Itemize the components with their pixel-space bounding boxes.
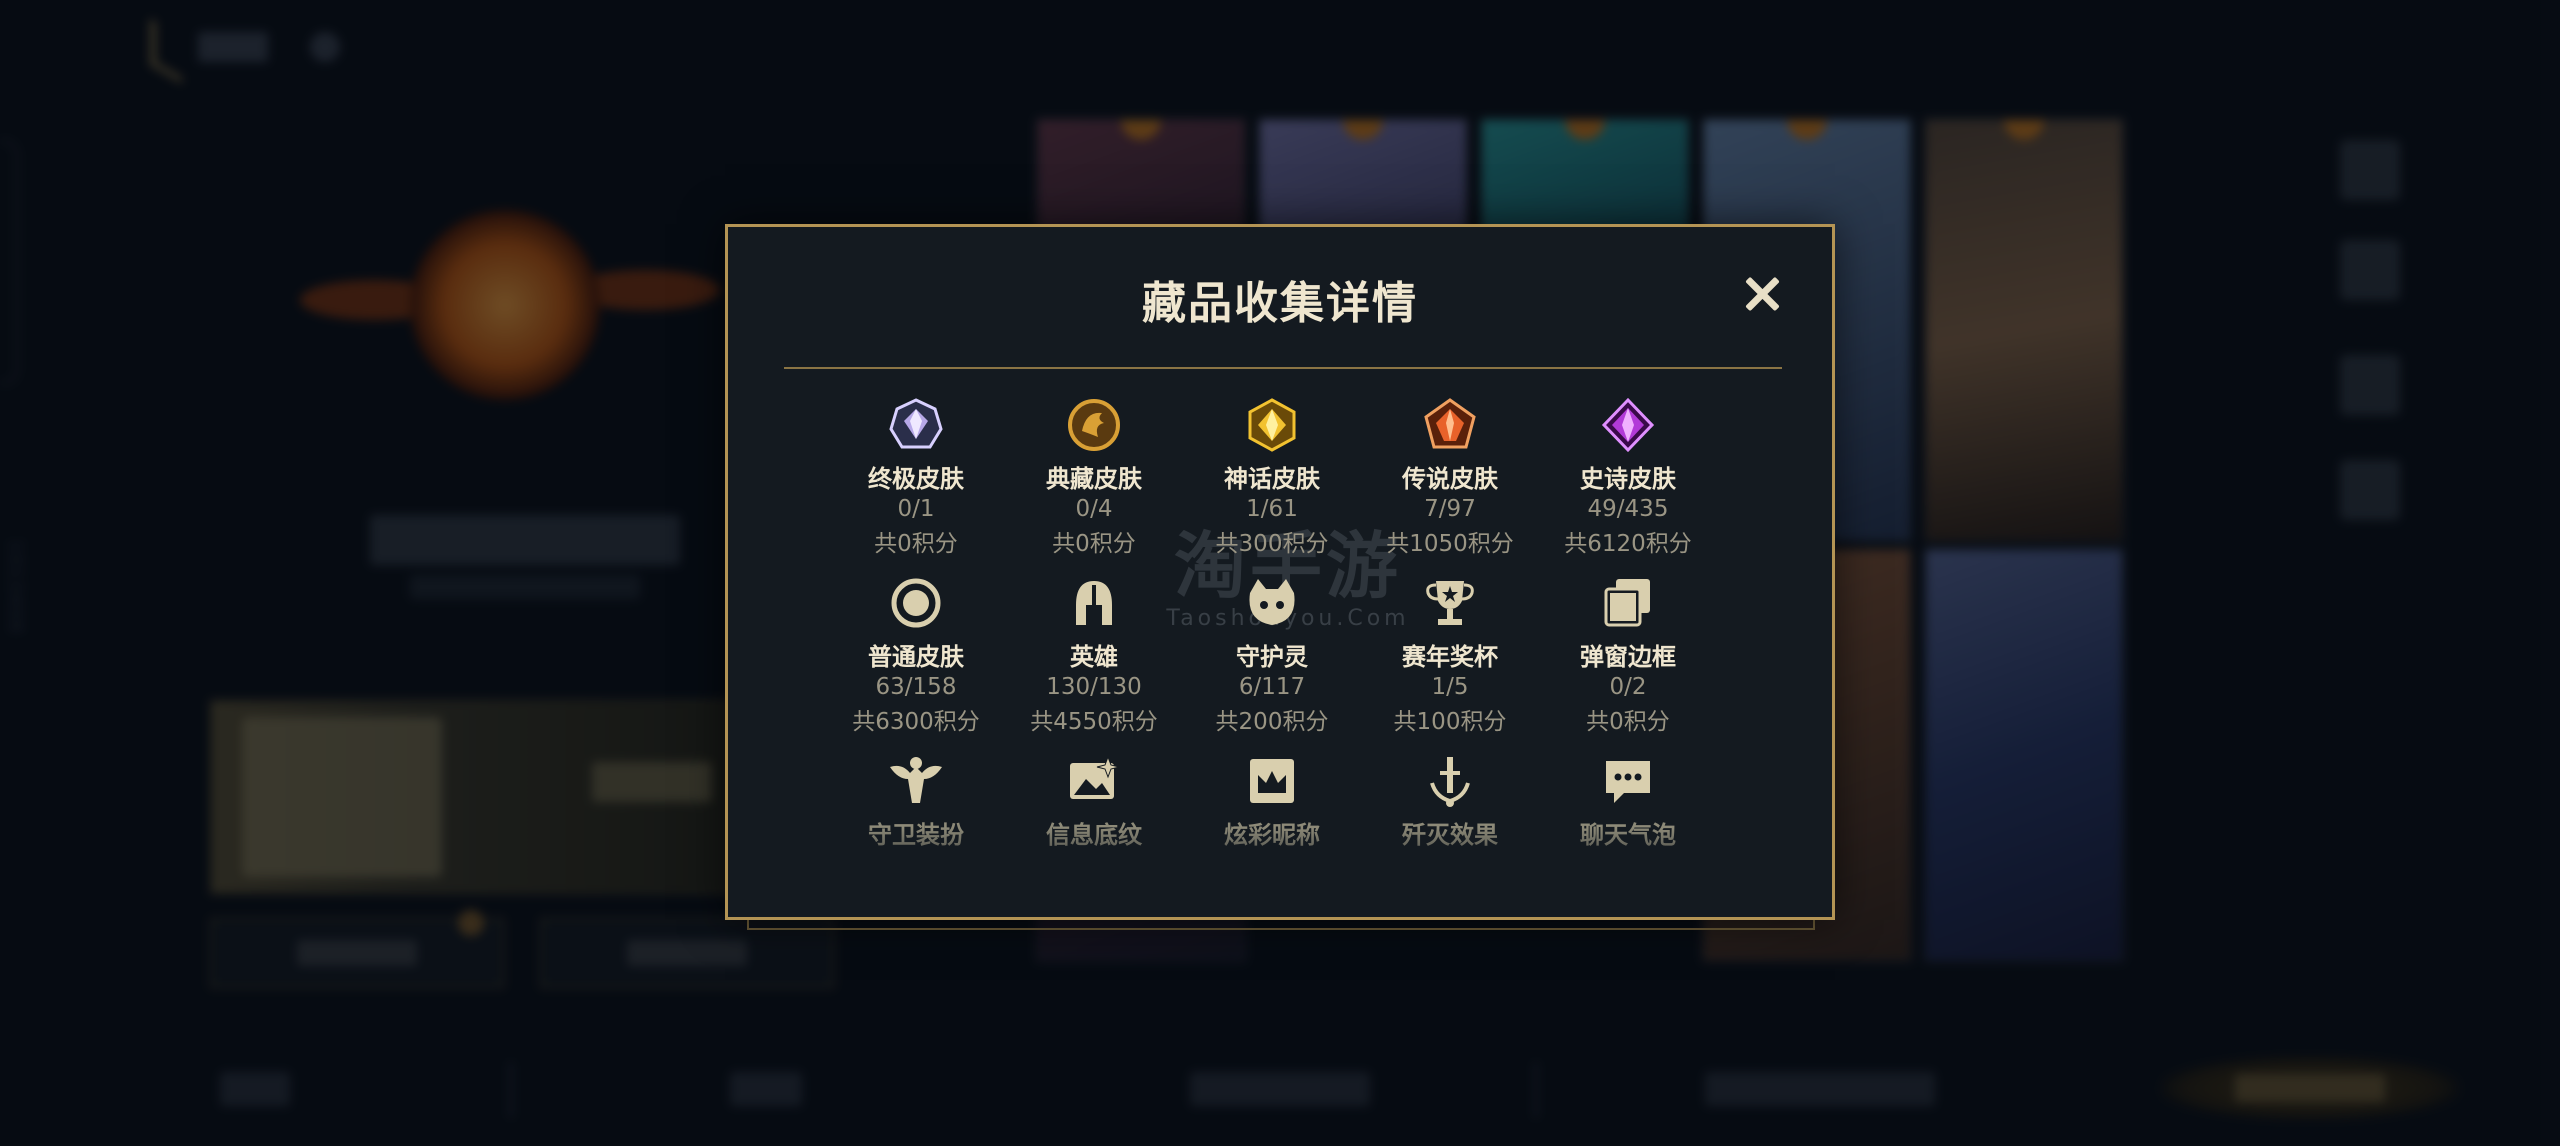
collection-item-points: 共200积分 [1215, 709, 1329, 735]
ring-icon [888, 575, 944, 631]
collection-item-info-pattern[interactable]: 信息底纹 [1006, 753, 1182, 850]
collection-item-name: 史诗皮肤 [1580, 465, 1676, 493]
collection-item-mythic[interactable]: 神话皮肤 1/61 共300积分 [1184, 397, 1360, 558]
collection-item-name: 普通皮肤 [868, 643, 964, 671]
modal-bottom-decoration [747, 920, 1815, 930]
collection-item-count: 1/5 [1431, 674, 1469, 700]
collection-item-count: 6/117 [1238, 674, 1306, 700]
collection-item-name: 炫彩昵称 [1224, 821, 1320, 849]
chat-bubble-icon [1600, 753, 1656, 809]
collection-item-name: 传说皮肤 [1402, 465, 1498, 493]
picture-sparkle-icon [1066, 753, 1122, 809]
collection-item-count: 49/435 [1587, 496, 1669, 522]
dragon-coin-icon [1066, 397, 1122, 453]
collection-details-dialog: 藏品收集详情 淘手游 Taoshouyou.Com 终极皮肤 0/1 共0积分 典藏皮… [725, 224, 1835, 920]
collection-item-hero[interactable]: 英雄 130/130 共4550积分 [1006, 575, 1182, 736]
collection-item-count: 0/2 [1609, 674, 1647, 700]
collection-item-points: 共100积分 [1393, 709, 1507, 735]
crown-card-icon [1244, 753, 1300, 809]
title-divider [784, 367, 1782, 369]
cat-spirit-icon [1244, 575, 1300, 631]
ultimate-gem-icon [888, 397, 944, 453]
collection-item-name: 终极皮肤 [868, 465, 964, 493]
collection-item-trophy[interactable]: 赛年奖杯 1/5 共100积分 [1362, 575, 1538, 736]
collection-item-points: 共1050积分 [1386, 531, 1514, 557]
collection-item-collectible[interactable]: 典藏皮肤 0/4 共0积分 [1006, 397, 1182, 558]
mythic-gem-icon [1244, 397, 1300, 453]
collection-item-guard-outfit[interactable]: 守卫装扮 [828, 753, 1004, 850]
collection-item-name: 赛年奖杯 [1402, 643, 1498, 671]
collection-item-guardian[interactable]: 守护灵 6/117 共200积分 [1184, 575, 1360, 736]
collection-item-count: 7/97 [1424, 496, 1476, 522]
collection-item-count: 0/1 [897, 496, 935, 522]
collection-item-name: 英雄 [1070, 643, 1118, 671]
collection-item-name: 典藏皮肤 [1046, 465, 1142, 493]
collection-item-kill-effect[interactable]: 歼灭效果 [1362, 753, 1538, 850]
collection-item-count: 130/130 [1046, 674, 1142, 700]
collection-item-count: 1/61 [1246, 496, 1298, 522]
collection-item-points: 共0积分 [1586, 709, 1670, 735]
collection-item-count: 0/4 [1075, 496, 1113, 522]
collection-item-ultimate[interactable]: 终极皮肤 0/1 共0积分 [828, 397, 1004, 558]
collection-item-name: 守护灵 [1236, 643, 1308, 671]
collection-grid: 终极皮肤 0/1 共0积分 典藏皮肤 0/4 共0积分 神话皮肤 1/61 共300积分 传说皮肤… [828, 397, 1808, 887]
collection-item-points: 共0积分 [1052, 531, 1136, 557]
collection-item-frame[interactable]: 弹窗边框 0/2 共0积分 [1540, 575, 1716, 736]
dialog-title: 藏品收集详情 [1142, 278, 1418, 329]
epic-gem-icon [1600, 397, 1656, 453]
collection-item-points: 共6120积分 [1564, 531, 1692, 557]
collection-item-points: 共300积分 [1215, 531, 1329, 557]
collection-item-chat-bubble[interactable]: 聊天气泡 [1540, 753, 1716, 850]
collection-item-points: 共6300积分 [852, 709, 980, 735]
collection-item-points: 共0积分 [874, 531, 958, 557]
collection-item-epic[interactable]: 史诗皮肤 49/435 共6120积分 [1540, 397, 1716, 558]
sword-icon [1422, 753, 1478, 809]
collection-item-legendary[interactable]: 传说皮肤 7/97 共1050积分 [1362, 397, 1538, 558]
trophy-icon [1422, 575, 1478, 631]
collection-item-name: 歼灭效果 [1402, 821, 1498, 849]
helmet-icon [1066, 575, 1122, 631]
stacked-frames-icon [1600, 575, 1656, 631]
collection-item-count: 63/158 [875, 674, 957, 700]
collection-item-name: 聊天气泡 [1580, 821, 1676, 849]
collection-item-points: 共4550积分 [1030, 709, 1158, 735]
collection-item-name: 弹窗边框 [1580, 643, 1676, 671]
collection-item-name: 守卫装扮 [868, 821, 964, 849]
guard-figure-icon [888, 753, 944, 809]
collection-item-name: 神话皮肤 [1224, 465, 1320, 493]
collection-item-name: 信息底纹 [1046, 821, 1142, 849]
collection-item-normal[interactable]: 普通皮肤 63/158 共6300积分 [828, 575, 1004, 736]
legendary-gem-icon [1422, 397, 1478, 453]
close-button[interactable] [1740, 271, 1786, 317]
collection-item-nickname[interactable]: 炫彩昵称 [1184, 753, 1360, 850]
